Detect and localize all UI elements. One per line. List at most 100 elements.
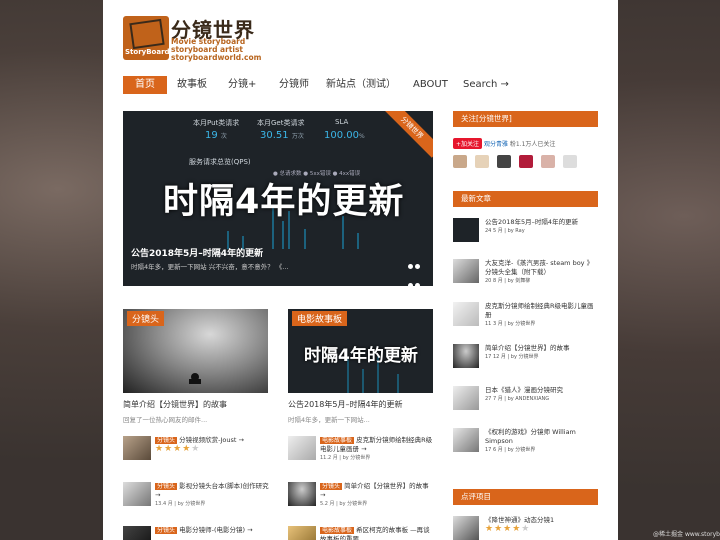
fan-avatars — [453, 153, 580, 172]
sidebar-review-heading: 点评项目 — [453, 489, 598, 505]
card-excerpt: 时隔4年多，更新一下网站... — [288, 416, 370, 424]
article-text: 皮克斯分镜师绘制经典R级电影儿童画册 11 3 月 | by 分镜世界 — [485, 302, 597, 329]
hero-caption-sub: 时隔4年多，更新一下网站 兴不兴奋，意不意外？ 《... — [131, 263, 289, 271]
article-thumb[interactable] — [453, 302, 479, 326]
card-title[interactable]: 公告2018年5月–时隔4年的更新 — [288, 399, 433, 410]
list-meta: 5.2 月 | by 分镜世界 — [320, 501, 368, 507]
article-meta: 20 8 月 | by 剑舞柳 — [485, 278, 531, 284]
list-title[interactable]: 电影分镜师-(电影分镜) → — [179, 526, 252, 534]
list-thumb[interactable] — [123, 436, 151, 460]
card-image[interactable]: 分镜头 — [123, 309, 268, 393]
article-title[interactable]: 皮克斯分镜师绘制经典R级电影儿童画册 — [485, 302, 597, 320]
site-logo[interactable]: StoryBoard — [123, 16, 170, 60]
review-text: 《降世神通》动态分镜1 ★★★★★ — [485, 516, 597, 534]
nav-storyboard[interactable]: 故事板 — [177, 76, 207, 94]
slider-dot[interactable] — [415, 264, 420, 269]
list-tag[interactable]: 分镜头 — [155, 483, 178, 490]
nav-fenjing-plus[interactable]: 分镜+ — [228, 76, 256, 94]
slider-dot[interactable] — [408, 264, 413, 269]
sidebar-latest-heading: 最新文章 — [453, 191, 598, 207]
list-item[interactable]: 分镜头 分镜视频欣赏-Joust → ★★★★★ — [123, 436, 268, 462]
nav-search[interactable]: Search → — [463, 76, 509, 94]
latest-article[interactable]: 大友克洋-《蒸汽男孩- steam boy 》分镜头全集（附下载） 20 8 月 … — [453, 259, 603, 289]
sidebar-follow-heading: 关注[分镜世界] — [453, 111, 598, 127]
list-title[interactable]: 分镜视频欣赏-Joust → — [179, 436, 244, 444]
list-item-text: 分镜头 电影分镜师-(电影分镜) → — [155, 526, 270, 535]
list-tag[interactable]: 分镜头 — [155, 527, 178, 534]
avatar[interactable] — [541, 155, 556, 168]
review-thumb[interactable] — [453, 516, 479, 540]
card-tag[interactable]: 电影故事板 — [292, 311, 348, 326]
article-meta: 17 6 月 | by 分镜世界 — [485, 447, 536, 453]
list-meta: 13.4 月 | by 分镜世界 — [155, 501, 206, 507]
list-thumb[interactable] — [288, 526, 316, 540]
latest-article[interactable]: 公告2018年5月–时隔4年的更新 24 5 月 | by Ray — [453, 218, 603, 248]
slider-dot[interactable] — [408, 283, 413, 286]
list-item-text: 分镜头 分镜视频欣赏-Joust → ★★★★★ — [155, 436, 270, 454]
qps-label: 服务请求总览(QPS) — [189, 158, 251, 166]
weibo-follow: +加关注 观分青雅 粉1.1万人已关注 — [453, 138, 555, 149]
nav-about[interactable]: ABOUT — [413, 76, 448, 94]
avatar[interactable] — [475, 155, 490, 168]
card-image[interactable]: 电影故事板 时隔4年的更新 — [288, 309, 433, 393]
list-tag[interactable]: 分镜头 — [320, 483, 343, 490]
list-item-text: 电影故事板 希区柯克的故事板 —再谈故事板的重要 — [320, 526, 435, 540]
avatar[interactable] — [519, 155, 534, 168]
list-thumb[interactable] — [288, 436, 316, 460]
rating-stars: ★★★★★ — [485, 524, 531, 534]
article-title[interactable]: 《权利的游戏》分镜师 William Simpson — [485, 428, 597, 446]
article-thumb[interactable] — [453, 428, 479, 452]
stat-value: 100.00% — [324, 130, 365, 141]
article-thumb[interactable] — [453, 344, 479, 368]
list-item[interactable]: 分镜头 影视分镜头台本(脚本)创作研究 → 13.4 月 | by 分镜世界 — [123, 482, 269, 508]
list-item[interactable]: 分镜头 简单介绍【分镜世界】的故事 → 5.2 月 | by 分镜世界 — [288, 482, 433, 508]
card-tag[interactable]: 分镜头 — [127, 311, 165, 326]
list-thumb[interactable] — [123, 526, 151, 540]
nav-home[interactable]: 首页 — [123, 76, 167, 94]
review-item[interactable]: 《降世神通》动态分镜1 ★★★★★ — [453, 516, 603, 540]
list-tag[interactable]: 电影故事板 — [320, 437, 355, 444]
article-meta: 27 7 月 | by ANDENXIANG — [485, 396, 550, 402]
stat-value: 30.51 万次 — [260, 130, 304, 141]
article-thumb[interactable] — [453, 259, 479, 283]
stat-value: 19 次 — [205, 130, 227, 141]
article-meta: 17 12 月 | by 分镜世界 — [485, 354, 539, 360]
avatar[interactable] — [453, 155, 467, 168]
article-thumb[interactable] — [453, 218, 479, 242]
article-title[interactable]: 大友克洋-《蒸汽男孩- steam boy 》分镜头全集（附下载） — [485, 259, 597, 277]
card-title[interactable]: 简单介绍【分镜世界】的故事 — [123, 399, 268, 410]
latest-article[interactable]: 《权利的游戏》分镜师 William Simpson 17 6 月 | by 分镜… — [453, 428, 603, 458]
weibo-name[interactable]: 观分青雅 — [484, 141, 508, 148]
latest-article[interactable]: 皮克斯分镜师绘制经典R级电影儿童画册 11 3 月 | by 分镜世界 — [453, 302, 603, 332]
list-thumb[interactable] — [123, 482, 151, 506]
nav-artists[interactable]: 分镜师 — [279, 76, 309, 94]
stat-label: 本月Get类请求 — [257, 119, 305, 127]
rating-stars: ★★★★★ — [155, 444, 201, 454]
weibo-fans: 粉1.1万人已关注 — [509, 141, 556, 148]
list-tag[interactable]: 电影故事板 — [320, 527, 355, 534]
latest-article[interactable]: 日本《猎人》漫画分镜研究 27 7 月 | by ANDENXIANG — [453, 386, 603, 416]
article-title[interactable]: 日本《猎人》漫画分镜研究 — [485, 386, 597, 395]
avatar[interactable] — [497, 155, 512, 168]
hero-slider[interactable]: 本月Put类请求 19 次 本月Get类请求 30.51 万次 SLA 100.… — [123, 111, 433, 286]
hero-caption[interactable]: 公告2018年5月–时隔4年的更新 — [131, 246, 263, 259]
list-tag[interactable]: 分镜头 — [155, 437, 178, 444]
list-item[interactable]: 分镜头 电影分镜师-(电影分镜) → — [123, 526, 268, 540]
article-title[interactable]: 简单介绍【分镜世界】的故事 — [485, 344, 597, 353]
main-nav: 首页 故事板 分镜+ 分镜师 新站点（测试） ABOUT Search → — [123, 76, 603, 94]
list-item[interactable]: 电影故事板 希区柯克的故事板 —再谈故事板的重要 — [288, 526, 433, 540]
avatar[interactable] — [563, 155, 578, 168]
nav-new-site[interactable]: 新站点（测试） — [326, 76, 396, 94]
weibo-follow-button[interactable]: +加关注 — [453, 138, 483, 149]
hero-overlay-text: 时隔4年的更新 — [163, 182, 405, 222]
article-thumb[interactable] — [453, 386, 479, 410]
slider-dot[interactable] — [415, 283, 420, 286]
list-thumb[interactable] — [288, 482, 316, 506]
slider-dots[interactable] — [407, 255, 427, 286]
latest-article[interactable]: 简单介绍【分镜世界】的故事 17 12 月 | by 分镜世界 — [453, 344, 603, 374]
article-title[interactable]: 公告2018年5月–时隔4年的更新 — [485, 218, 597, 227]
featured-card[interactable]: 分镜头 简单介绍【分镜世界】的故事 回复了一位热心网友的邮件... — [123, 309, 268, 424]
list-item[interactable]: 电影故事板 皮克斯分镜师绘制经典R级电影儿童画册 → 11.2 月 | by 分… — [288, 436, 433, 462]
featured-card[interactable]: 电影故事板 时隔4年的更新 公告2018年5月–时隔4年的更新 时隔4年多，更新… — [288, 309, 433, 424]
site-tagline: Movie storyboard storyboard artist story… — [171, 38, 261, 62]
